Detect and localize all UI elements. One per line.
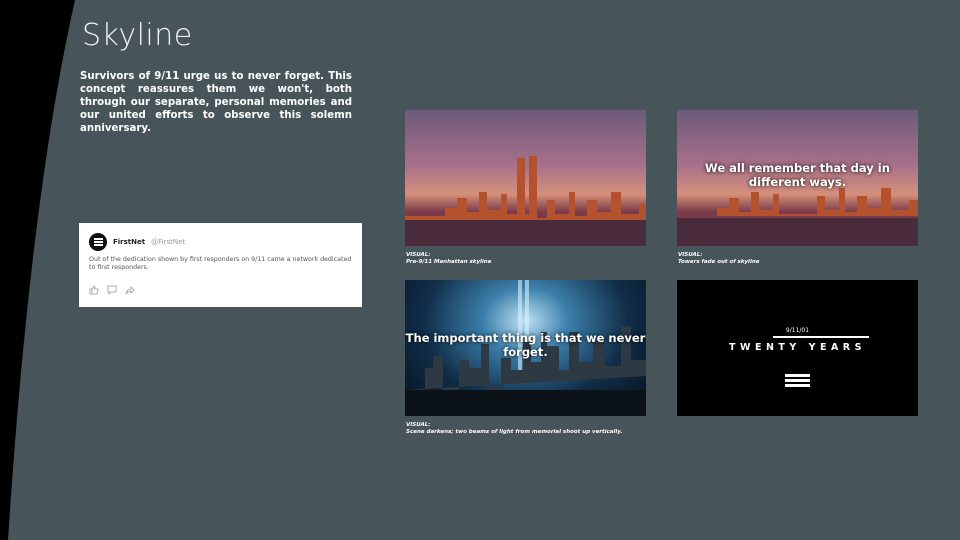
tweet-handle: @FirstNet — [151, 238, 186, 246]
tweet-author: FirstNet — [113, 238, 146, 246]
tweet-text: Out of the dedication shown by first res… — [89, 256, 352, 271]
date-text: 9/11/01 — [785, 327, 810, 334]
storyboard-frame-title-card: 9/11/01 TWENTY YEARS — [677, 280, 918, 416]
frame-caption: VISUAL: Pre-9/11 Manhattan skyline — [406, 252, 492, 265]
divider — [773, 336, 869, 338]
like-icon[interactable] — [89, 285, 99, 295]
storyboard-frame-skyline — [405, 110, 646, 246]
storyboard-frame-tribute-lights: The important thing is that we never for… — [405, 280, 646, 416]
page-title: Skyline — [82, 18, 193, 53]
storyboard-frame-towers-fade: We all remember that day in different wa… — [677, 110, 918, 246]
intro-text: Survivors of 9/11 urge us to never forge… — [80, 71, 352, 134]
decorative-swoosh — [0, 0, 75, 540]
tweet-card[interactable]: FirstNet @FirstNet Out of the dedication… — [79, 223, 362, 307]
comment-icon[interactable] — [107, 285, 117, 295]
share-icon[interactable] — [125, 285, 135, 295]
frame-overlay-text: We all remember that day in different wa… — [705, 161, 890, 190]
firstnet-logo-icon — [785, 374, 810, 389]
frame-caption: VISUAL: Scene darkens; two beams of light… — [406, 422, 623, 435]
frame-overlay-text: The important thing is that we never for… — [405, 331, 646, 360]
frame-caption: VISUAL: Towers fade out of skyline — [678, 252, 760, 265]
headline: TWENTY YEARS — [729, 342, 866, 353]
firstnet-avatar — [89, 233, 107, 251]
